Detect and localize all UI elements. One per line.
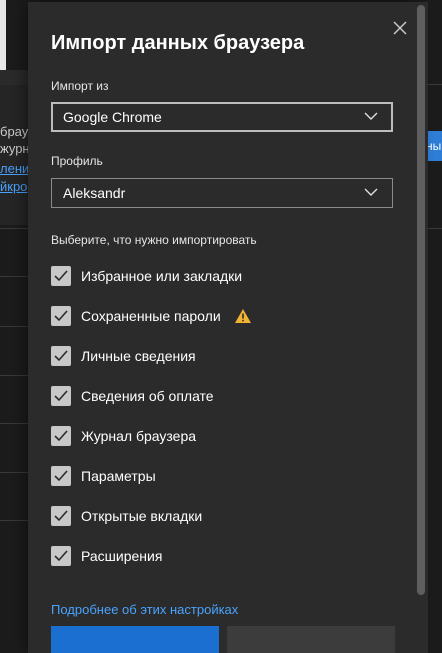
checkbox-payment-info[interactable]: Сведения об оплате — [51, 385, 371, 409]
profile-select[interactable]: Aleksandr — [51, 178, 393, 208]
background-divider — [0, 520, 28, 521]
cancel-button[interactable] — [227, 626, 395, 653]
checkbox-label: Журнал браузера — [81, 428, 197, 444]
close-icon — [393, 21, 407, 35]
checkbox-label: Расширения — [81, 548, 163, 564]
checkbox[interactable] — [51, 466, 71, 486]
checkmark-icon — [54, 430, 68, 442]
checkmark-icon — [54, 510, 68, 522]
checkmark-icon — [54, 350, 68, 362]
checkmark-icon — [54, 310, 68, 322]
checkmark-icon — [54, 390, 68, 402]
checkbox-passwords[interactable]: Сохраненные пароли — [51, 305, 371, 329]
background-divider — [0, 375, 28, 376]
checkbox[interactable] — [51, 506, 71, 526]
checkbox-personal-info[interactable]: Личные сведения — [51, 345, 371, 369]
import-from-select[interactable]: Google Chrome — [51, 102, 393, 132]
checkbox[interactable] — [51, 386, 71, 406]
checkmark-icon — [54, 550, 68, 562]
import-dialog: Импорт данных браузера Импорт из Google … — [28, 2, 416, 653]
checkbox-label: Сведения об оплате — [81, 388, 214, 404]
chevron-down-icon — [364, 188, 378, 196]
import-instructions: Выберите, что нужно импортировать — [51, 233, 257, 247]
background-link-1[interactable]: ления — [0, 161, 28, 176]
checkbox-label: Избранное или закладки — [81, 268, 243, 284]
background-divider — [0, 423, 28, 424]
checkbox[interactable] — [51, 346, 71, 366]
checkbox[interactable] — [51, 546, 71, 566]
chevron-down-icon — [364, 112, 378, 120]
import-from-value: Google Chrome — [63, 109, 162, 125]
checkmark-icon — [54, 470, 68, 482]
checkbox-settings[interactable]: Параметры — [51, 465, 371, 489]
checkbox-favorites[interactable]: Избранное или закладки — [51, 265, 371, 289]
background-button[interactable]: ны — [426, 131, 442, 161]
profile-label: Профиль — [51, 154, 103, 168]
checkbox-history[interactable]: Журнал браузера — [51, 425, 371, 449]
checkbox-label: Открытые вкладки — [81, 508, 203, 524]
profile-value: Aleksandr — [63, 185, 126, 201]
checkbox[interactable] — [51, 266, 71, 286]
background-strip — [0, 70, 28, 85]
background-divider — [0, 472, 28, 473]
background-divider — [0, 326, 28, 327]
warning-icon[interactable] — [234, 308, 252, 324]
background-link-2[interactable]: йкро — [0, 179, 28, 194]
checkbox-label: Личные сведения — [81, 348, 196, 364]
dialog-title: Импорт данных браузера — [51, 32, 305, 54]
background-text-2: журна — [0, 141, 28, 156]
import-button[interactable] — [51, 626, 219, 653]
background-thumbnail — [0, 0, 6, 70]
import-from-label: Импорт из — [51, 79, 109, 93]
checkmark-icon — [54, 270, 68, 282]
checkbox-label: Параметры — [81, 468, 156, 484]
background-divider — [0, 228, 28, 229]
background-divider — [0, 276, 28, 277]
background-text-1: брауз — [0, 124, 28, 139]
checkbox-label: Сохраненные пароли — [81, 308, 221, 324]
checkbox[interactable] — [51, 306, 71, 326]
details-link[interactable]: Подробнее об этих настройках — [51, 602, 238, 617]
scrollbar-thumb[interactable] — [417, 5, 425, 595]
checkbox[interactable] — [51, 426, 71, 446]
checkbox-extensions[interactable]: Расширения — [51, 545, 371, 569]
checkbox-open-tabs[interactable]: Открытые вкладки — [51, 505, 371, 529]
close-button[interactable] — [388, 16, 412, 40]
